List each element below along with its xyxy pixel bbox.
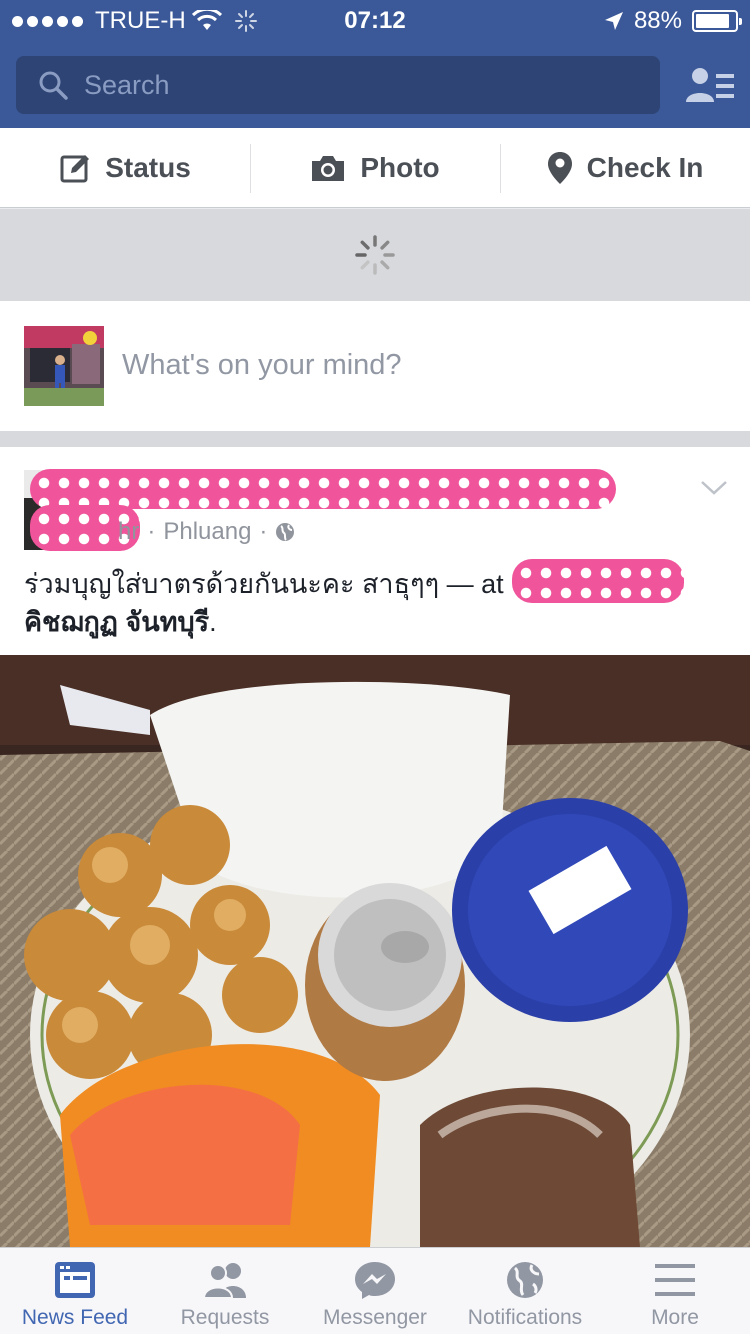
post-place-link[interactable]: คิชฌกูฏ จันทบุรี (24, 607, 209, 637)
status-composer[interactable]: What's on your mind? (0, 301, 750, 431)
feed-divider (0, 431, 750, 447)
search-bar[interactable] (16, 56, 660, 114)
check-in-button[interactable]: Check In (500, 128, 750, 207)
public-globe-icon (276, 523, 295, 541)
tab-messenger[interactable]: Messenger (300, 1248, 450, 1334)
search-input[interactable] (84, 69, 644, 101)
friends-list-button[interactable] (682, 62, 738, 110)
tab-more[interactable]: More (600, 1248, 750, 1334)
messenger-icon (355, 1262, 395, 1299)
tab-news-feed[interactable]: News Feed (0, 1248, 150, 1334)
battery-icon (692, 10, 742, 32)
profile-photo (24, 326, 104, 406)
bottom-tab-bar: News Feed Requests Messenger Notificatio… (0, 1247, 750, 1334)
photo-button[interactable]: Photo (250, 128, 500, 207)
redacted-place-name (512, 559, 684, 603)
post-location[interactable]: Phluang (163, 518, 251, 546)
location-pin-icon (547, 151, 572, 184)
feed-loading-area (0, 209, 750, 301)
camera-icon (312, 155, 345, 181)
loading-spinner-icon (355, 235, 395, 275)
edit-icon (60, 154, 90, 182)
status-bar: TRUE-H 07:12 88% (0, 0, 750, 42)
friends-list-icon (686, 68, 734, 102)
search-icon (39, 71, 68, 100)
feed-post: hr · Phluang · ร่วมบุญใส่บาตรด้วยกันนะคะ… (0, 447, 750, 1247)
user-avatar (24, 326, 104, 406)
composer-actions: Status Photo Check In (0, 128, 750, 208)
menu-icon (655, 1264, 695, 1296)
tab-notifications[interactable]: Notifications (450, 1248, 600, 1334)
location-arrow-icon (604, 12, 623, 30)
globe-icon (507, 1262, 543, 1298)
friend-requests-icon (202, 1263, 246, 1299)
battery-percent: 88% (633, 7, 682, 34)
post-photo[interactable] (0, 655, 750, 1247)
post-meta: hr · Phluang · (118, 518, 295, 546)
status-button[interactable]: Status (0, 128, 250, 207)
tab-requests[interactable]: Requests (150, 1248, 300, 1334)
news-feed-icon (55, 1262, 95, 1298)
post-options-chevron-icon[interactable] (700, 479, 728, 497)
top-bar: TRUE-H 07:12 88% Search (0, 0, 750, 128)
facebook-app: TRUE-H 07:12 88% Search Status Photo Che… (0, 0, 750, 1334)
composer-prompt: What's on your mind? (122, 349, 402, 381)
redacted-author-name (30, 469, 616, 509)
